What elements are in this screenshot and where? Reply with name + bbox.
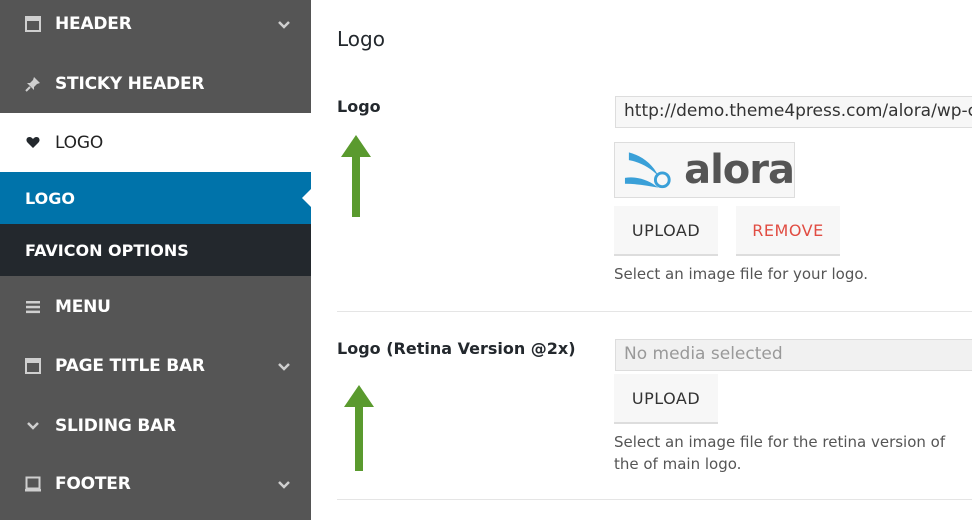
heart-icon xyxy=(24,134,42,152)
sidebar-item-label: FOOTER xyxy=(55,474,131,494)
section-title: Logo xyxy=(337,27,385,51)
retina-logo-field-label: Logo (Retina Version @2x) xyxy=(337,339,576,358)
field-divider xyxy=(337,311,972,312)
chevron-down-icon xyxy=(24,417,42,435)
sidebar-item-label: MENU xyxy=(55,297,111,317)
upload-retina-logo-button[interactable]: UPLOAD xyxy=(614,374,718,422)
sidebar-item-footer[interactable]: FOOTER xyxy=(0,458,311,510)
sidebar-item-menu[interactable]: MENU xyxy=(0,282,311,332)
list-icon xyxy=(24,298,42,316)
logo-field-label: Logo xyxy=(337,97,381,116)
remove-logo-button[interactable]: REMOVE xyxy=(736,206,840,254)
retina-logo-url-input[interactable]: No media selected xyxy=(615,339,972,371)
sidebar-item-header[interactable]: HEADER xyxy=(0,0,311,48)
submenu-item-label: FAVICON OPTIONS xyxy=(25,240,189,260)
pin-icon xyxy=(24,75,42,93)
monitor-icon xyxy=(24,475,42,493)
chevron-down-icon xyxy=(277,359,291,373)
submenu-item-logo[interactable]: LOGO xyxy=(0,172,311,224)
green-arrow-up-icon xyxy=(344,385,374,471)
submenu-item-label: LOGO xyxy=(25,188,75,208)
sidebar-item-label: PAGE TITLE BAR xyxy=(55,356,205,376)
window-icon xyxy=(24,357,42,375)
chevron-down-icon xyxy=(277,477,291,491)
submenu-item-favicon-options[interactable]: FAVICON OPTIONS xyxy=(0,224,311,276)
alora-logo-icon xyxy=(624,152,671,189)
upload-logo-button[interactable]: UPLOAD xyxy=(614,206,718,254)
logo-url-input[interactable]: http://demo.theme4press.com/alora/wp-co xyxy=(615,96,972,128)
green-arrow-up-icon xyxy=(341,135,371,217)
active-pointer xyxy=(302,189,311,207)
logo-preview-image: alora xyxy=(614,142,795,198)
field-divider xyxy=(337,499,972,500)
chevron-down-icon xyxy=(277,17,291,31)
sidebar-item-label: SLIDING BAR xyxy=(55,416,176,436)
retina-logo-help-text: Select an image file for the retina vers… xyxy=(614,433,946,473)
sidebar-item-label: STICKY HEADER xyxy=(55,74,205,94)
sidebar-item-sticky-header[interactable]: STICKY HEADER xyxy=(0,58,311,110)
sidebar-item-logo[interactable]: LOGO xyxy=(0,113,311,172)
options-panel: Logo Logo http://demo.theme4press.com/al… xyxy=(311,0,972,520)
logo-help-text: Select an image file for your logo. xyxy=(614,265,869,283)
window-icon xyxy=(24,15,42,33)
sidebar-item-page-title-bar[interactable]: PAGE TITLE BAR xyxy=(0,340,311,392)
sidebar-item-label: HEADER xyxy=(55,14,132,34)
sidebar-item-label: LOGO xyxy=(55,132,104,153)
options-sidebar: HEADER STICKY HEADER LOGO LOGO FAVICON O… xyxy=(0,0,311,520)
sidebar-item-sliding-bar[interactable]: SLIDING BAR xyxy=(0,400,311,452)
logo-wordmark: alora xyxy=(684,147,795,193)
